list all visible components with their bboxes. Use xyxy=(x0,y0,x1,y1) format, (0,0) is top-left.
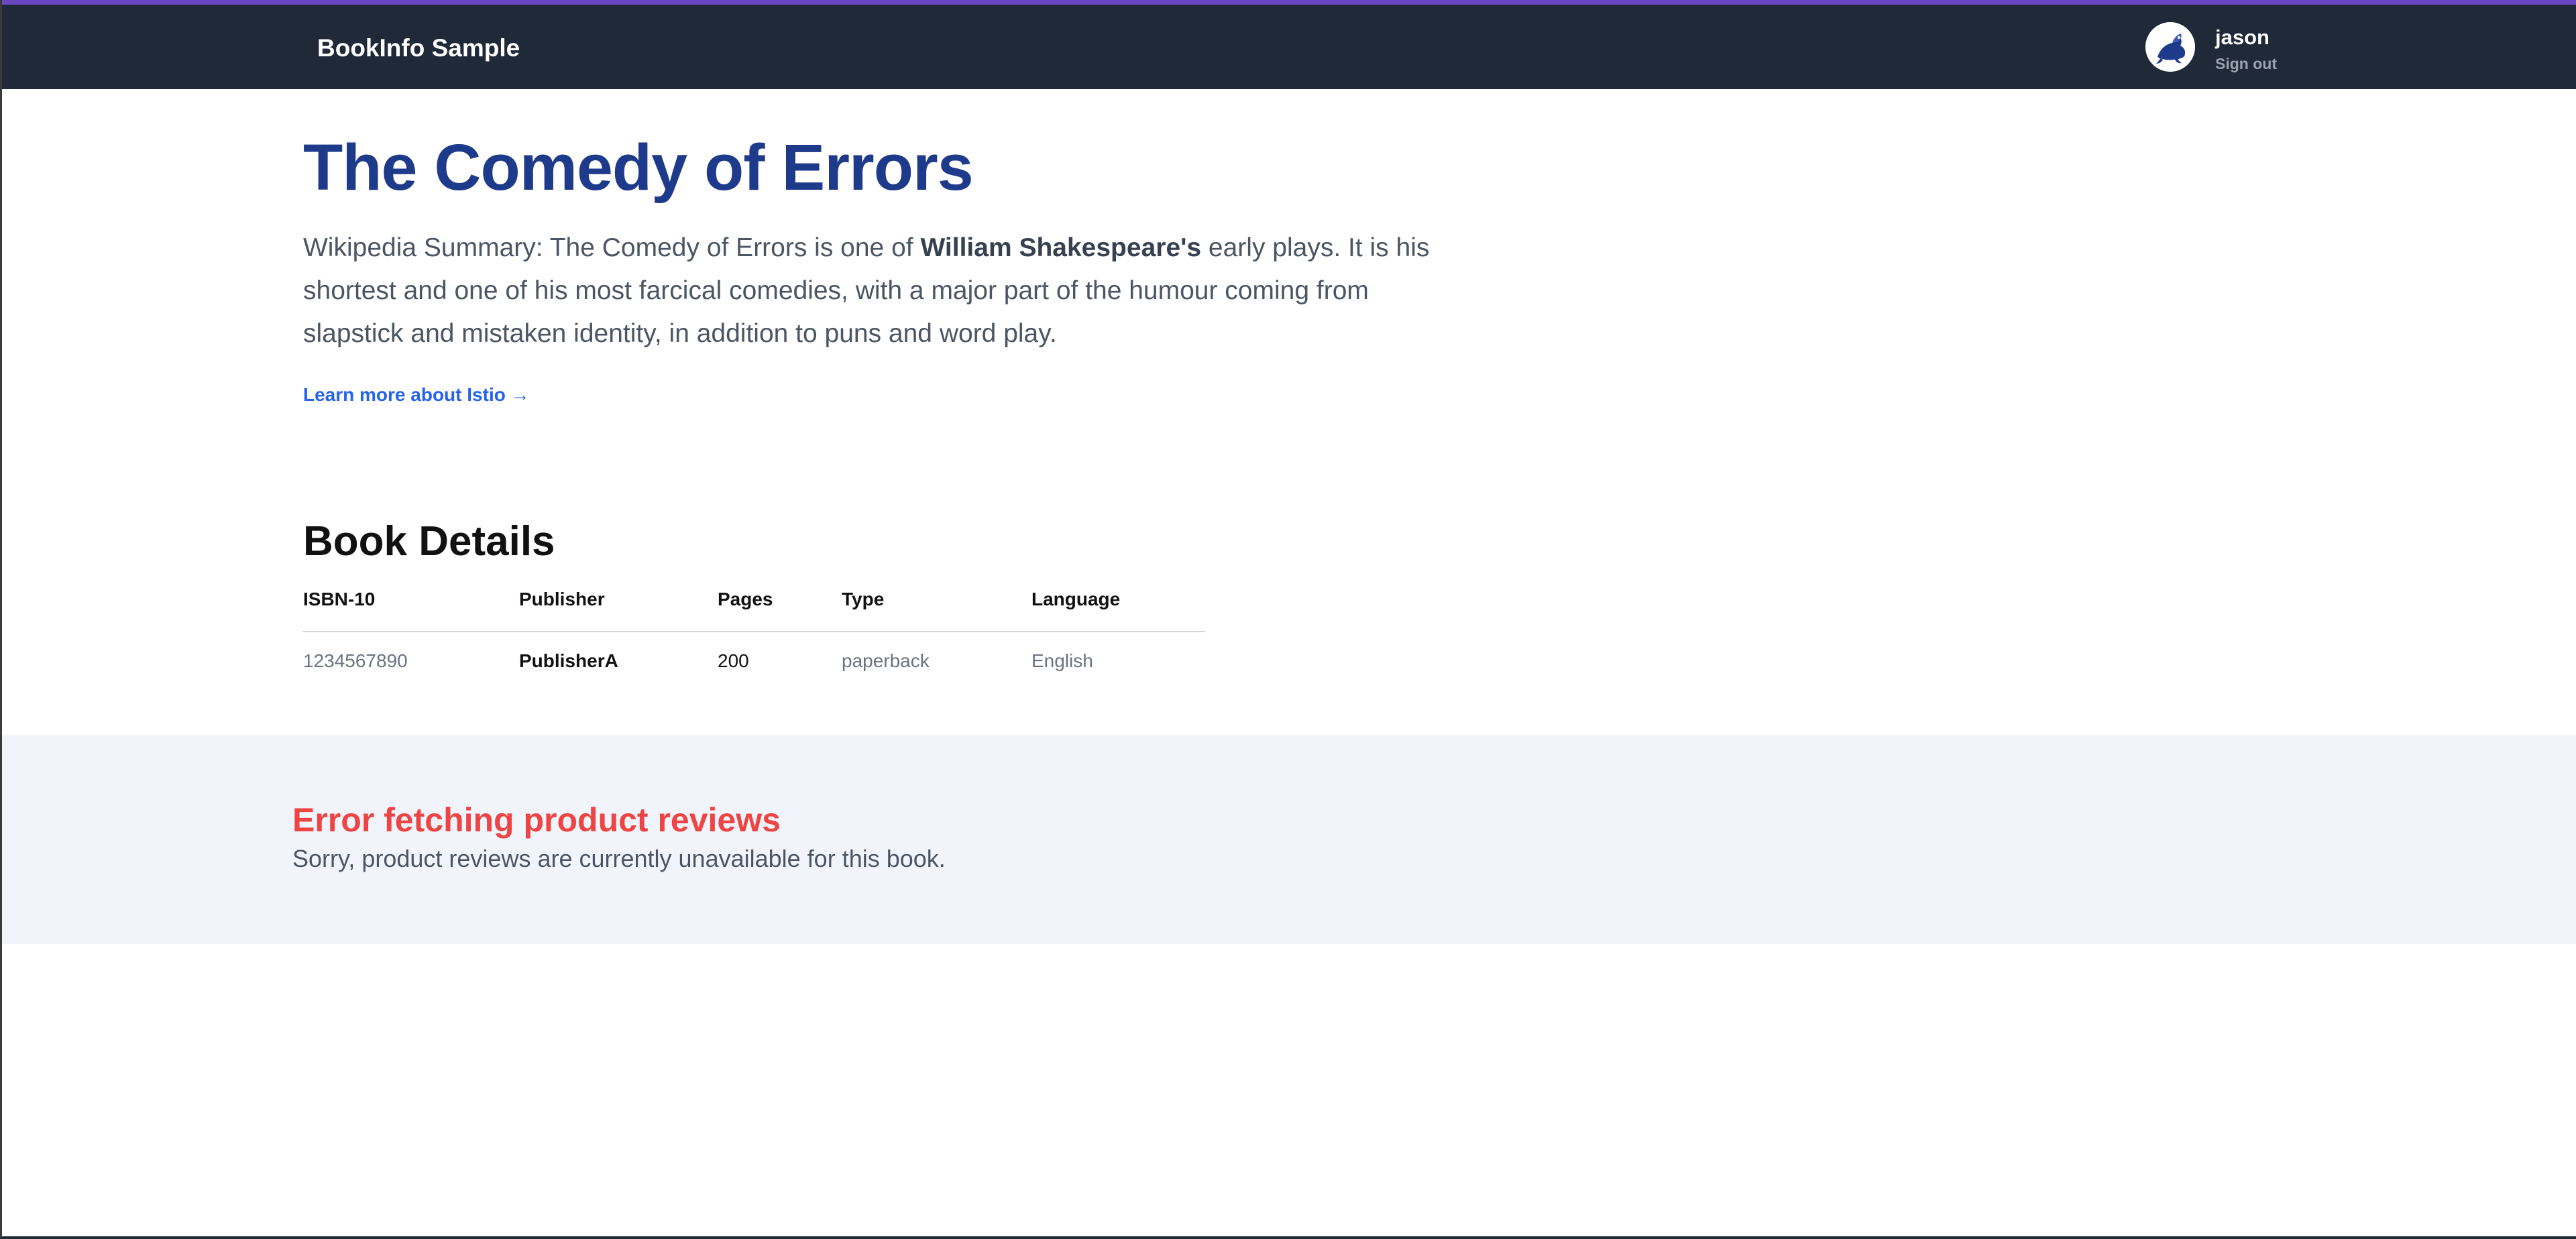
learn-more-link[interactable]: Learn more about Istio → xyxy=(303,384,530,406)
column-header-isbn: ISBN-10 xyxy=(303,583,519,632)
reviews-panel: Error fetching product reviews Sorry, pr… xyxy=(2,735,2576,944)
publisher-cell: PublisherA xyxy=(519,650,618,671)
pages-cell: 200 xyxy=(718,650,749,671)
page: BookInfo Sample jason Sign out The Comed… xyxy=(0,0,2576,1239)
page-title: The Comedy of Errors xyxy=(303,131,974,204)
top-accent-bar xyxy=(2,0,2576,5)
column-header-type: Type xyxy=(842,583,1031,632)
summary-author: William Shakespeare's xyxy=(920,233,1202,262)
book-details-title: Book Details xyxy=(303,518,555,565)
table-header-row: ISBN-10 Publisher Pages Type Language xyxy=(303,583,1205,632)
navbar: BookInfo Sample jason Sign out xyxy=(2,5,2576,89)
sign-out-link[interactable]: Sign out xyxy=(2215,54,2277,73)
table-row: 1234567890 PublisherA 200 paperback Engl… xyxy=(303,632,1205,685)
product-summary: Wikipedia Summary: The Comedy of Errors … xyxy=(303,227,1457,355)
reviews-error-title: Error fetching product reviews xyxy=(292,801,781,839)
column-header-publisher: Publisher xyxy=(519,583,718,632)
seal-mascot-icon xyxy=(2145,22,2195,72)
product-section: The Comedy of Errors Wikipedia Summary: … xyxy=(303,127,1510,406)
isbn-cell: 1234567890 xyxy=(303,650,408,671)
column-header-language: Language xyxy=(1031,583,1205,632)
brand-link[interactable]: BookInfo Sample xyxy=(317,33,520,64)
column-header-pages: Pages xyxy=(718,583,842,632)
user-name: jason xyxy=(2215,25,2270,49)
summary-text-start: Wikipedia Summary: The Comedy of Errors … xyxy=(303,233,921,262)
language-cell: English xyxy=(1031,650,1093,671)
type-cell: paperback xyxy=(842,650,930,671)
reviews-error-message: Sorry, product reviews are currently una… xyxy=(292,845,946,872)
book-details-table: ISBN-10 Publisher Pages Type Language 12… xyxy=(303,583,1205,685)
